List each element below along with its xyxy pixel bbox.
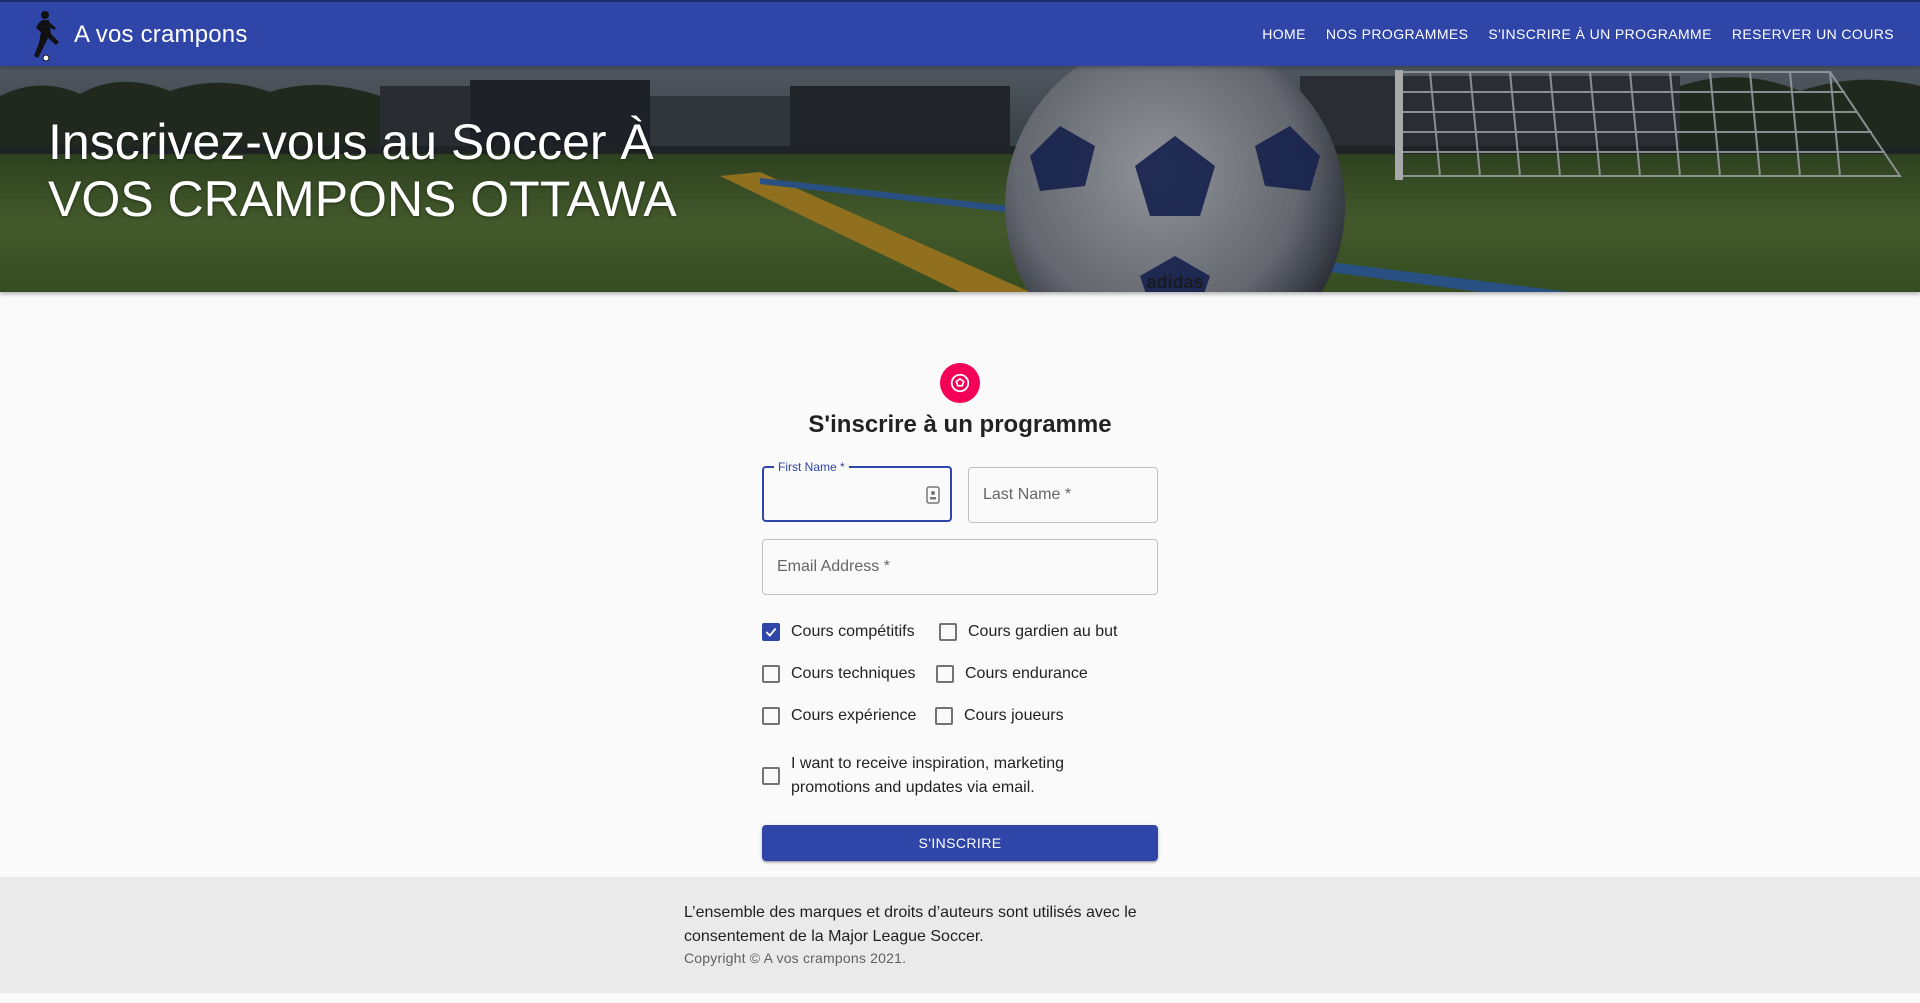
nav-home[interactable]: HOME	[1252, 18, 1316, 50]
last-name-field[interactable]: Last Name *	[968, 467, 1158, 523]
checkbox-cours-competitifs[interactable]: Cours compétitifs	[762, 620, 915, 644]
soccer-player-logo-icon[interactable]	[24, 8, 70, 64]
checkbox-checked-icon[interactable]	[762, 623, 780, 641]
hero-banner: adidas Inscrivez-vous au Soccer À VOS CR…	[0, 66, 1920, 292]
checkbox-empty-icon[interactable]	[762, 665, 780, 683]
last-name-label: Last Name *	[983, 486, 1072, 503]
checkbox-cours-gardien[interactable]: Cours gardien au but	[939, 620, 1117, 644]
copyright: Copyright © A vos crampons 2021.	[684, 950, 907, 966]
checkbox-cours-endurance[interactable]: Cours endurance	[936, 662, 1088, 686]
checkbox-empty-icon[interactable]	[762, 767, 780, 785]
checkbox-marketing[interactable]: I want to receive inspiration, marketing…	[762, 752, 1158, 800]
checkbox-empty-icon[interactable]	[935, 707, 953, 725]
submit-button[interactable]: S'INSCRIRE	[762, 825, 1158, 861]
nav-sinscrire[interactable]: S'INSCRIRE À UN PROGRAMME	[1478, 18, 1721, 50]
top-nav: HOME NOS PROGRAMMES S'INSCRIRE À UN PROG…	[1252, 2, 1904, 66]
checkbox-empty-icon[interactable]	[939, 623, 957, 641]
footer: L’ensemble des marques et droits d’auteu…	[0, 877, 1920, 993]
app-bar: A vos crampons HOME NOS PROGRAMMES S'INS…	[0, 0, 1920, 66]
nav-reserver-cours[interactable]: RESERVER UN COURS	[1722, 18, 1904, 50]
first-name-field[interactable]: First Name *	[762, 460, 952, 522]
hero-title: Inscrivez-vous au Soccer À VOS CRAMPONS …	[48, 114, 677, 227]
checkbox-cours-joueurs[interactable]: Cours joueurs	[935, 704, 1064, 728]
form-title: S'inscrire à un programme	[808, 411, 1112, 438]
soccer-ball-icon	[940, 363, 980, 403]
brand-title[interactable]: A vos crampons	[74, 21, 248, 49]
first-name-label: First Name *	[774, 460, 849, 474]
first-name-input[interactable]	[776, 482, 916, 508]
email-field[interactable]: Email Address *	[762, 539, 1158, 595]
contact-card-icon[interactable]	[926, 486, 940, 504]
checkbox-cours-experience[interactable]: Cours expérience	[762, 704, 916, 728]
checkbox-empty-icon[interactable]	[762, 707, 780, 725]
checkbox-cours-techniques[interactable]: Cours techniques	[762, 662, 916, 686]
footer-text: L’ensemble des marques et droits d’auteu…	[684, 904, 1137, 945]
email-label: Email Address *	[777, 558, 890, 575]
nav-nos-programmes[interactable]: NOS PROGRAMMES	[1316, 18, 1479, 50]
checkbox-empty-icon[interactable]	[936, 665, 954, 683]
